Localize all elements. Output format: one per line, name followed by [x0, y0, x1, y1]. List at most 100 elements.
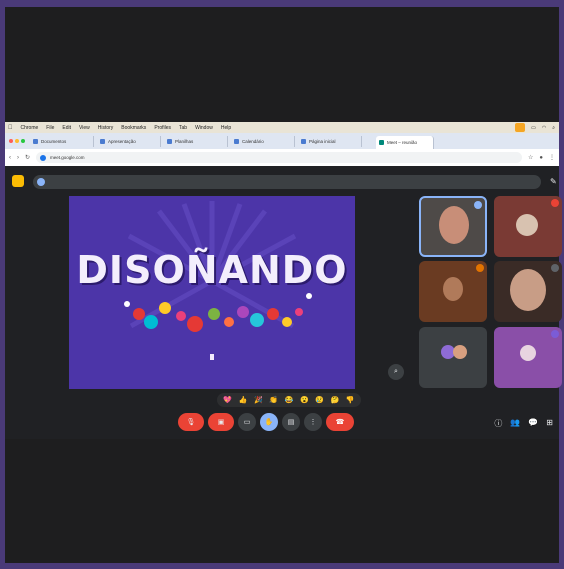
activities-icon[interactable]: ⊞ — [546, 418, 553, 429]
participant-tile-others[interactable] — [419, 327, 487, 388]
reaction-laugh-icon[interactable]: 😂 — [285, 396, 294, 404]
keep-notes-icon[interactable] — [12, 175, 24, 187]
browser-toolbar: ‹ › ↻ meet.google.com ☆ ● ⋮ — [5, 149, 559, 166]
browser-tab[interactable]: Apresentação — [97, 135, 161, 147]
zoom-slide-icon[interactable]: ⌕ — [388, 364, 404, 380]
call-controls: 🎙 ▣ ▭ ✋ ▤ ⋮ ☎ — [178, 413, 354, 431]
reaction-party-icon[interactable]: 🎉 — [254, 396, 263, 404]
slide-tagline-highlight — [210, 354, 214, 360]
menu-item[interactable]: Chrome — [21, 125, 39, 131]
muted-icon — [551, 330, 559, 338]
participant-avatar — [453, 345, 467, 359]
captions-icon: ▭ — [243, 419, 251, 426]
menu-item[interactable]: Profiles — [154, 125, 171, 131]
raise-hand-icon: ✋ — [264, 419, 274, 426]
menu-item[interactable]: Help — [221, 125, 231, 131]
address-bar[interactable]: meet.google.com — [36, 152, 522, 163]
participant-video — [443, 277, 463, 301]
present-screen-icon: ▤ — [287, 419, 295, 426]
meet-favicon-icon — [379, 140, 384, 145]
reaction-heart-icon[interactable]: 💖 — [223, 396, 232, 404]
info-icon[interactable]: ⓘ — [494, 418, 502, 429]
sunburst-decoration — [124, 201, 312, 332]
mic-off-icon: 🎙 — [186, 419, 196, 426]
menubar-status: ▭ ◠ ⌕ — [515, 123, 559, 132]
participant-video — [510, 269, 546, 311]
more-options-button[interactable]: ⋮ — [304, 413, 322, 431]
reactions-bar: 💖 👍 🎉 👏 😂 😮 😢 🤔 👎 — [217, 393, 361, 407]
browser-tab[interactable]: Página inicial — [298, 135, 362, 147]
menu-item[interactable]: File — [46, 125, 54, 131]
participant-avatar — [520, 345, 536, 361]
menu-item[interactable]: History — [98, 125, 114, 131]
meet-side-controls: ⓘ 👥 💬 ⊞ — [494, 418, 553, 429]
menu-item[interactable]: View — [79, 125, 90, 131]
raise-hand-button[interactable]: ✋ — [260, 413, 278, 431]
participant-video — [516, 214, 538, 236]
reaction-sad-icon[interactable]: 😢 — [315, 396, 324, 404]
wifi-icon[interactable]: ◠ — [542, 125, 546, 131]
slide-title: DISOÑANDO — [76, 248, 348, 292]
mic-off-button[interactable]: 🎙 — [178, 413, 204, 431]
presentation-notice-bar — [33, 175, 541, 189]
muted-icon — [551, 199, 559, 207]
maximize-window-icon[interactable] — [21, 139, 25, 143]
participant-tile[interactable] — [419, 261, 487, 322]
camera-off-icon: ▣ — [217, 419, 225, 426]
slide-tagline — [69, 354, 355, 360]
more-menu-icon[interactable]: ⋮ — [549, 154, 555, 161]
participant-tile[interactable] — [419, 196, 487, 257]
profile-icon[interactable]: ● — [539, 155, 543, 161]
browser-tab-strip: Documentos Apresentação Planilhas Calend… — [5, 133, 559, 149]
close-window-icon[interactable] — [9, 139, 13, 143]
macos-menubar:  Chrome File Edit View History Bookmark… — [5, 122, 559, 133]
menu-item[interactable]: Window — [195, 125, 213, 131]
meet-window: ✎ DISOÑANDO ⌕ 💖 👍 🎉 👏 😂 😮 😢 🤔 👎 🎙 ▣ ▭ ✋ … — [5, 166, 562, 439]
minimize-window-icon[interactable] — [15, 139, 19, 143]
more-options-icon: ⋮ — [309, 419, 317, 426]
participant-tile[interactable] — [494, 261, 562, 322]
participant-video — [439, 206, 469, 244]
reaction-thumbsdown-icon[interactable]: 👎 — [346, 396, 355, 404]
reaction-clap-icon[interactable]: 👏 — [269, 396, 278, 404]
back-icon[interactable]: ‹ — [9, 155, 11, 161]
browser-tab-active[interactable]: Meet – reunião — [376, 136, 434, 149]
tab-favicon-icon — [234, 138, 239, 144]
speaking-indicator-icon — [474, 201, 482, 209]
site-info-icon[interactable] — [40, 154, 47, 161]
browser-tab[interactable]: Planilhas — [164, 135, 228, 147]
browser-tab[interactable]: Documentos — [30, 135, 94, 147]
search-icon[interactable]: ⌕ — [552, 125, 555, 131]
end-call-icon: ☎ — [335, 419, 345, 426]
participant-tile[interactable] — [494, 196, 562, 257]
menu-item[interactable]: Bookmarks — [121, 125, 146, 131]
tab-favicon-icon — [33, 138, 38, 144]
muted-icon — [551, 264, 559, 272]
menu-item[interactable]: Edit — [62, 125, 71, 131]
people-icon[interactable]: 👥 — [510, 418, 520, 429]
menu-item[interactable]: Tab — [179, 125, 187, 131]
reaction-thinking-icon[interactable]: 🤔 — [331, 396, 340, 404]
address-url: meet.google.com — [50, 155, 85, 160]
leave-call-button[interactable]: ☎ — [326, 413, 354, 431]
reload-icon[interactable]: ↻ — [25, 154, 30, 161]
forward-icon[interactable]: › — [17, 155, 19, 161]
annotate-pen-icon[interactable]: ✎ — [550, 177, 557, 186]
participant-tile[interactable] — [494, 327, 562, 388]
presented-slide: DISOÑANDO — [69, 196, 355, 389]
reaction-surprised-icon[interactable]: 😮 — [300, 396, 309, 404]
recording-indicator-icon[interactable] — [515, 123, 526, 132]
tab-favicon-icon — [100, 138, 105, 144]
muted-icon — [476, 264, 484, 272]
apple-icon[interactable]:  — [8, 125, 13, 131]
battery-icon[interactable]: ▭ — [531, 125, 536, 131]
chat-icon[interactable]: 💬 — [528, 418, 538, 429]
info-icon — [37, 178, 45, 186]
present-button[interactable]: ▤ — [282, 413, 300, 431]
camera-off-button[interactable]: ▣ — [208, 413, 234, 431]
tab-favicon-icon — [301, 138, 306, 144]
reaction-thumbsup-icon[interactable]: 👍 — [239, 396, 248, 404]
browser-tab[interactable]: Calendário — [231, 135, 295, 147]
captions-button[interactable]: ▭ — [238, 413, 256, 431]
bookmark-star-icon[interactable]: ☆ — [528, 154, 533, 161]
